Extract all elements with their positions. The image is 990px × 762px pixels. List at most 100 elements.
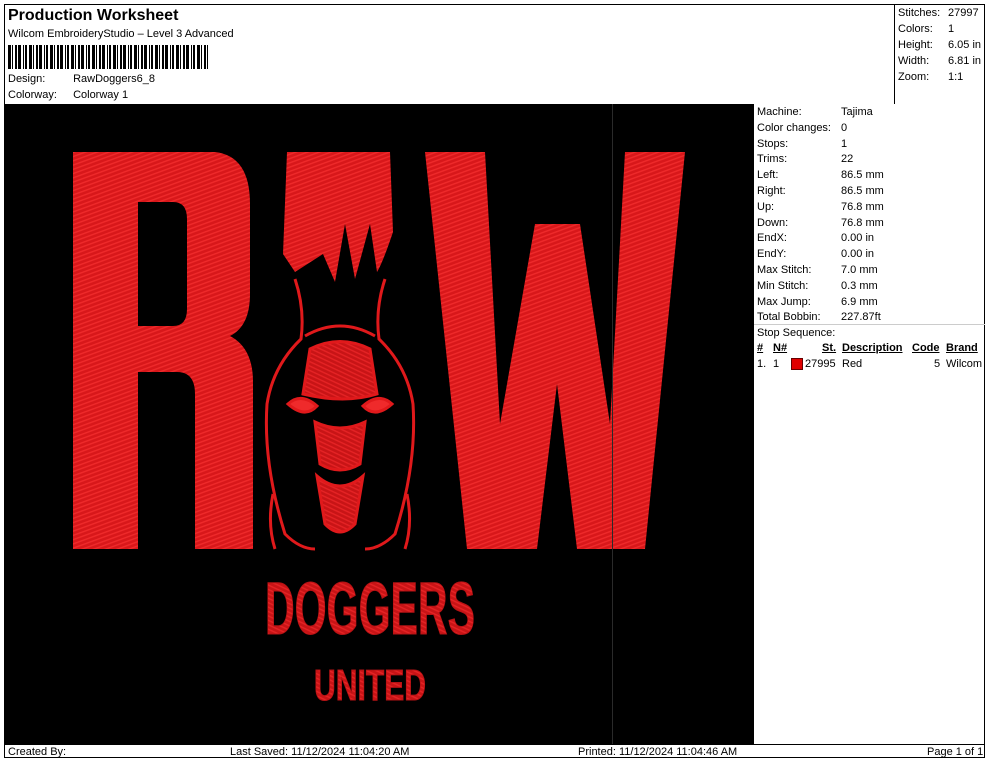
- machine-info-row: Max Jump: 6.9 mm: [757, 296, 878, 308]
- info-value: 0.3 mm: [841, 279, 878, 292]
- barcode-bar: [96, 45, 97, 69]
- barcode-bar: [176, 45, 179, 69]
- col-stitches: St.: [822, 342, 837, 354]
- info-value: 76.8 mm: [841, 200, 884, 213]
- worksheet-title: Production Worksheet: [8, 7, 179, 24]
- info-label: Max Jump:: [757, 295, 811, 308]
- barcode-bar: [162, 45, 164, 69]
- letter-w: [425, 152, 685, 549]
- worksheet-footer: Created By: Last Saved: 11/12/2024 11:04…: [5, 744, 985, 759]
- machine-info-row: Max Stitch: 7.0 mm: [757, 264, 878, 276]
- barcode-bar: [92, 45, 95, 69]
- barcode-bar: [151, 45, 153, 69]
- stat-value: 27997: [948, 7, 979, 19]
- design-preview: DOGGERS UNITED: [5, 104, 753, 744]
- info-value: 227.87ft: [841, 311, 881, 324]
- stat-label: Zoom:: [898, 71, 930, 83]
- barcode-bar: [107, 45, 108, 69]
- created-by: Created By:: [8, 746, 67, 758]
- stop-sequence-title: Stop Sequence:: [757, 327, 836, 339]
- info-label: Down:: [757, 216, 789, 229]
- barcode-bar: [120, 45, 122, 69]
- barcode-bar: [8, 45, 11, 69]
- info-value: 76.8 mm: [841, 216, 884, 229]
- barcode-bar: [18, 45, 21, 69]
- barcode-bar: [138, 45, 139, 69]
- info-value: 0.00 in: [841, 248, 875, 261]
- info-value: 22: [841, 153, 854, 166]
- page-number: Page 1 of 1: [927, 746, 984, 758]
- barcode-bar: [109, 45, 111, 69]
- barcode-bar: [60, 45, 63, 69]
- barcode-bar: [134, 45, 137, 69]
- machine-info-row: Min Stitch: 0.3 mm: [757, 280, 878, 292]
- stat-label: Height:: [898, 39, 933, 51]
- barcode-bar: [149, 45, 150, 69]
- barcode-bar: [159, 45, 160, 69]
- stat-value: 1: [948, 23, 955, 35]
- worksheet-header: Production Worksheet Wilcom EmbroiderySt…: [5, 5, 894, 104]
- machine-info-row: Stops: 1: [757, 138, 847, 150]
- barcode-bar: [144, 45, 147, 69]
- barcode-bar: [155, 45, 158, 69]
- barcode-bar: [180, 45, 181, 69]
- barcode-bar: [99, 45, 101, 69]
- design-label: Design:: [8, 73, 46, 85]
- design-text-united: UNITED: [314, 661, 426, 710]
- letter-a: [283, 152, 393, 282]
- barcode-bar: [46, 45, 48, 69]
- machine-info-row: EndY: 0.00 in: [757, 248, 874, 260]
- barcode-bar: [197, 45, 200, 69]
- info-label: Total Bobbin:: [757, 311, 821, 324]
- barcode-bar: [186, 45, 189, 69]
- seq-row-stitches: 27995: [805, 358, 836, 370]
- colorway-row: Colorway: Colorway 1: [8, 89, 128, 101]
- software-name: Wilcom EmbroideryStudio – Level 3 Advanc…: [8, 28, 234, 40]
- colorway-label: Colorway:: [8, 89, 57, 101]
- stat-label: Width:: [898, 55, 930, 67]
- barcode-bar: [44, 45, 45, 69]
- machine-info-row: Trims: 22: [757, 153, 853, 165]
- info-label: Left:: [757, 169, 779, 182]
- barcode-image: [8, 45, 208, 69]
- machine-info-row: Left: 86.5 mm: [757, 169, 884, 181]
- info-value: 0.00 in: [841, 232, 875, 245]
- machine-info-row: Right: 86.5 mm: [757, 185, 884, 197]
- barcode-bar: [81, 45, 84, 69]
- stat-height: Height: 6.05 in: [898, 39, 981, 51]
- barcode-bar: [57, 45, 59, 69]
- seq-row-needle: 1: [773, 358, 780, 370]
- col-code: Code: [912, 342, 940, 354]
- info-value: 6.9 mm: [841, 295, 878, 308]
- info-label: Max Stitch:: [757, 264, 812, 276]
- barcode-bar: [15, 45, 17, 69]
- barcode-bar: [88, 45, 90, 69]
- barcode-bar: [204, 45, 206, 69]
- design-stats: Stitches: 27997 Colors: 1 Height: 6.05 in W…: [894, 5, 985, 104]
- stat-value: 6.05 in: [948, 39, 982, 51]
- barcode-bar: [113, 45, 116, 69]
- info-value: 7.0 mm: [841, 264, 878, 276]
- info-label: EndY:: [757, 248, 787, 261]
- letter-r: [73, 152, 253, 549]
- info-value: 86.5 mm: [841, 185, 884, 197]
- machine-info-row: Machine: Tajima: [757, 106, 873, 118]
- stat-stitches: Stitches: 27997: [898, 7, 979, 19]
- barcode-bar: [33, 45, 34, 69]
- info-value: 86.5 mm: [841, 169, 884, 182]
- design-text-doggers: DOGGERS: [265, 567, 475, 650]
- last-saved: Last Saved: 11/12/2024 11:04:20 AM: [230, 746, 410, 758]
- info-label: EndX:: [757, 232, 787, 245]
- seq-row-brand: Wilcom: [946, 358, 983, 370]
- barcode-bar: [172, 45, 174, 69]
- stop-sequence-divider: [754, 324, 985, 325]
- col-index: #: [757, 342, 764, 354]
- doberman-head: [264, 278, 416, 551]
- machine-info-row: Down: 76.8 mm: [757, 217, 884, 229]
- col-description: Description: [842, 342, 903, 354]
- machine-info-row: Total Bobbin: 227.87ft: [757, 311, 881, 323]
- barcode-bar: [12, 45, 13, 69]
- barcode-bar: [39, 45, 42, 69]
- barcode-bar: [102, 45, 105, 69]
- barcode-bar: [75, 45, 76, 69]
